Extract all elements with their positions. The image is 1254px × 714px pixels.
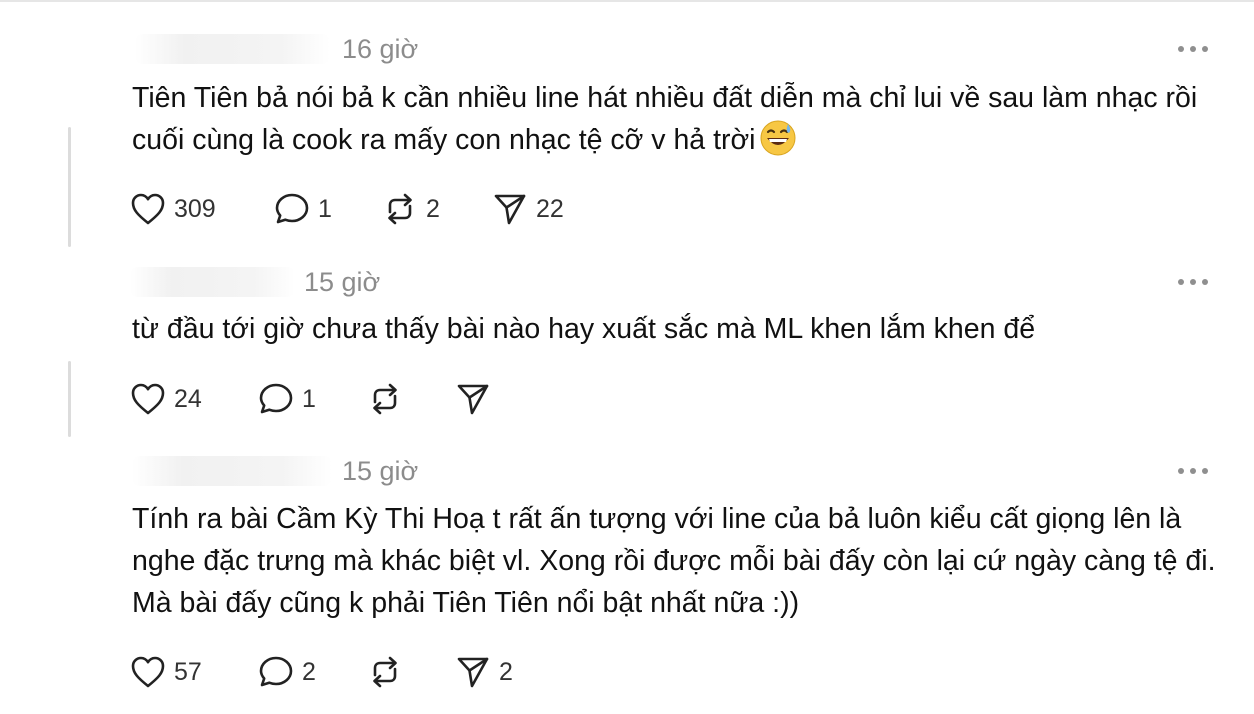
send-paper-plane-icon	[457, 384, 489, 415]
send-paper-plane-icon	[457, 657, 489, 688]
like-button[interactable]: 24	[130, 381, 202, 417]
heart-icon	[131, 193, 165, 225]
post-text: từ đầu tới giờ chưa thấy bài nào hay xuấ…	[132, 308, 1222, 350]
like-count: 57	[174, 658, 202, 686]
comment-bubble-icon	[259, 656, 293, 687]
more-dot-icon	[1190, 279, 1196, 285]
repost-count: 2	[426, 195, 440, 223]
reply-count: 1	[318, 195, 332, 223]
more-dot-icon	[1178, 468, 1184, 474]
share-count: 22	[536, 195, 564, 223]
repost-arrows-icon	[373, 383, 397, 415]
thread-line	[68, 361, 71, 437]
username-redacted	[130, 267, 295, 297]
share-count: 2	[499, 658, 513, 686]
share-button[interactable]	[455, 381, 499, 417]
comment-bubble-icon	[275, 193, 309, 224]
more-options-button[interactable]	[1178, 466, 1208, 476]
more-dot-icon	[1190, 46, 1196, 52]
like-count: 24	[174, 385, 202, 413]
username-redacted	[135, 34, 330, 64]
comment-bubble-icon	[259, 383, 293, 414]
top-divider	[0, 0, 1254, 2]
more-dot-icon	[1202, 468, 1208, 474]
repost-arrows-icon	[373, 656, 397, 688]
send-paper-plane-icon	[494, 194, 526, 225]
reply-count: 2	[302, 658, 316, 686]
reply-button[interactable]: 1	[258, 381, 316, 417]
post-body: từ đầu tới giờ chưa thấy bài nào hay xuấ…	[132, 313, 1036, 345]
like-count: 309	[174, 195, 216, 223]
more-dot-icon	[1202, 279, 1208, 285]
repost-button[interactable]	[367, 381, 411, 417]
more-dot-icon	[1178, 279, 1184, 285]
like-button[interactable]: 57	[130, 654, 202, 690]
post-text: Tính ra bài Cầm Kỳ Thi Hoạ t rất ấn tượn…	[132, 498, 1222, 624]
reply-count: 1	[302, 385, 316, 413]
reply-button[interactable]: 2	[258, 654, 316, 690]
repost-button[interactable]: 2	[382, 191, 440, 227]
post-text: Tiên Tiên bả nói bả k cần nhiều line hát…	[132, 77, 1222, 168]
more-dot-icon	[1190, 468, 1196, 474]
more-dot-icon	[1202, 46, 1208, 52]
post-body: Tiên Tiên bả nói bả k cần nhiều line hát…	[132, 82, 1198, 156]
post-timestamp: 16 giờ	[342, 34, 419, 64]
like-button[interactable]: 309	[130, 191, 216, 227]
thread-line	[68, 127, 71, 247]
more-dot-icon	[1178, 46, 1184, 52]
grinning-sweat-emoji-icon	[760, 120, 796, 168]
heart-icon	[131, 383, 165, 415]
share-button[interactable]: 22	[492, 191, 564, 227]
repost-arrows-icon	[388, 193, 412, 225]
reply-button[interactable]: 1	[274, 191, 332, 227]
post-timestamp: 15 giờ	[342, 456, 419, 486]
post-timestamp: 15 giờ	[304, 267, 381, 297]
more-options-button[interactable]	[1178, 44, 1208, 54]
heart-icon	[131, 656, 165, 688]
more-options-button[interactable]	[1178, 277, 1208, 287]
post-body: Tính ra bài Cầm Kỳ Thi Hoạ t rất ấn tượn…	[132, 503, 1216, 619]
username-redacted	[132, 456, 332, 486]
repost-button[interactable]	[367, 654, 411, 690]
share-button[interactable]: 2	[455, 654, 513, 690]
